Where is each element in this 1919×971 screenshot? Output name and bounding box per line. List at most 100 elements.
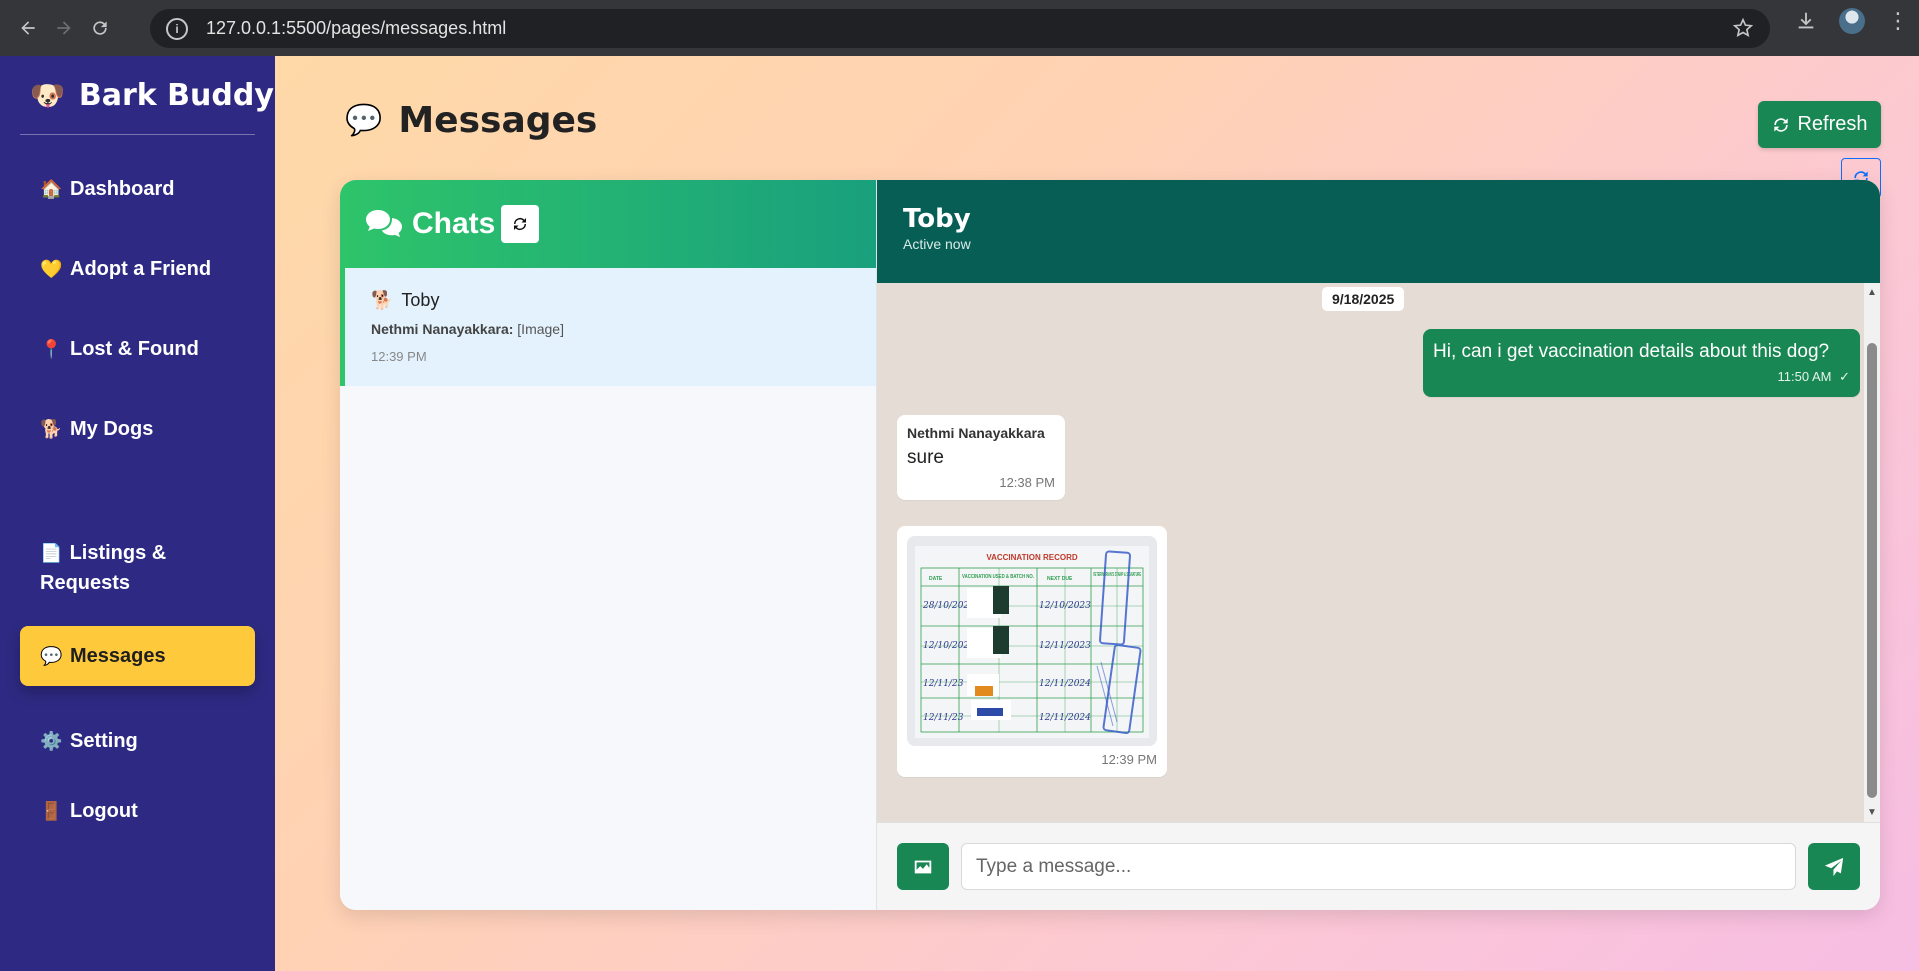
record-column-header: VACCINATION USED & BATCH NO. xyxy=(962,574,1035,580)
message-input[interactable] xyxy=(961,843,1796,890)
incoming-message: Nethmi Nanayakkara sure 12:38 PM xyxy=(897,415,1065,500)
document-icon: 📄 xyxy=(40,543,63,563)
refresh-button[interactable]: Refresh xyxy=(1758,101,1881,148)
sidebar-item-my-dogs[interactable]: 🐕 My Dogs xyxy=(20,404,255,454)
speech-bubble-icon: 💬 xyxy=(40,646,63,666)
dog-icon: 🐕 xyxy=(371,290,394,310)
message-text: sure xyxy=(907,447,944,468)
arrow-right-icon xyxy=(57,21,71,35)
date-chip: 9/18/2025 xyxy=(1322,287,1405,311)
conversation-preview: Nethmi Nanayakkara: [Image] xyxy=(371,321,850,337)
preview-sender: Nethmi Nanayakkara: xyxy=(371,321,514,337)
sidebar-item-setting[interactable]: ⚙️ Setting xyxy=(20,716,255,766)
record-column-header: DATE xyxy=(929,576,943,582)
reload-icon xyxy=(93,21,107,35)
message-time: 12:39 PM xyxy=(1101,752,1157,767)
site-info-icon[interactable]: i xyxy=(166,17,188,40)
chat-pane: Toby Active now 9/18/2025 Hi, can i get … xyxy=(877,180,1880,910)
image-icon xyxy=(914,860,932,873)
conversation-name-row: 🐕 Toby xyxy=(371,290,850,311)
image-attachment[interactable]: VACCINATION RECORD DATE VACCINATION USED… xyxy=(907,536,1157,746)
message-composer xyxy=(877,822,1880,910)
reload-button[interactable] xyxy=(78,6,122,50)
message-sender: Nethmi Nanayakkara xyxy=(907,425,1045,441)
dog-logo-icon: 🐶 xyxy=(30,79,65,112)
gear-icon: ⚙️ xyxy=(40,731,63,751)
refresh-label: Refresh xyxy=(1797,113,1868,135)
url-text[interactable]: 127.0.0.1:5500/pages/messages.html xyxy=(206,18,506,39)
sidebar-item-logout[interactable]: 🚪 Logout xyxy=(20,786,255,836)
heart-icon: 💛 xyxy=(40,259,63,279)
browser-right-tools: ⋮ xyxy=(1795,8,1909,34)
chat-list-header: Chats xyxy=(340,180,876,268)
speech-bubble-icon: 💬 xyxy=(345,104,383,137)
chat-contact-name: Toby xyxy=(903,204,971,234)
refresh-icon xyxy=(514,218,527,230)
preview-text: [Image] xyxy=(517,321,564,337)
record-date: 12/11/23 xyxy=(923,713,964,723)
vaccination-record-image: VACCINATION RECORD DATE VACCINATION USED… xyxy=(907,536,1157,746)
chat-status: Active now xyxy=(903,236,971,252)
page-title: Messages xyxy=(398,100,598,141)
record-date: 12/11/23 xyxy=(923,679,964,689)
page-header: 💬 Messages xyxy=(345,100,597,141)
arrow-left-icon xyxy=(21,21,35,35)
messages-scrollbar[interactable]: ▲ ▼ xyxy=(1864,283,1880,822)
record-next-due: 12/10/2023 xyxy=(1039,601,1091,611)
record-next-due: 12/11/2024 xyxy=(1039,713,1091,723)
brand-divider xyxy=(20,134,255,135)
message-time: 11:50 AM xyxy=(1777,369,1832,384)
sidebar-item-label: Logout xyxy=(70,800,138,822)
sidebar-item-label: Setting xyxy=(70,730,138,752)
dog-icon: 🐕 xyxy=(40,419,63,439)
browser-toolbar: i 127.0.0.1:5500/pages/messages.html ⋮ xyxy=(0,0,1919,56)
bookmark-star-icon[interactable] xyxy=(1732,17,1754,39)
outgoing-message: Hi, can i get vaccination details about … xyxy=(1423,329,1860,397)
sidebar-item-label: My Dogs xyxy=(70,418,154,440)
brand[interactable]: 🐶 Bark Buddy xyxy=(30,78,274,113)
pin-icon: 📍 xyxy=(40,339,63,359)
sidebar-item-label: Lost & Found xyxy=(70,338,199,360)
message-text: Hi, can i get vaccination details about … xyxy=(1433,341,1830,362)
record-next-due: 12/11/2023 xyxy=(1039,641,1091,651)
sidebar-item-lost-found[interactable]: 📍 Lost & Found xyxy=(20,324,255,374)
message-area[interactable]: 9/18/2025 Hi, can i get vaccination deta… xyxy=(877,283,1880,822)
app: 🐶 Bark Buddy 🏠 Dashboard 💛 Adopt a Frien… xyxy=(0,56,1919,971)
house-icon: 🏠 xyxy=(40,179,63,199)
conversation-item[interactable]: 🐕 Toby Nethmi Nanayakkara: [Image] 12:39… xyxy=(340,268,876,386)
send-button[interactable] xyxy=(1808,843,1860,890)
attach-image-button[interactable] xyxy=(897,843,949,890)
chat-card: Chats 🐕 Toby Nethmi Nanayakkara: [Image]… xyxy=(340,180,1880,910)
brand-name: Bark Buddy xyxy=(78,78,274,113)
address-bar[interactable]: i 127.0.0.1:5500/pages/messages.html xyxy=(150,9,1770,48)
check-icon: ✓ xyxy=(1839,369,1850,384)
sidebar-item-listings[interactable]: 📄 Listings & Requests xyxy=(20,528,255,608)
browser-menu-icon[interactable]: ⋮ xyxy=(1887,10,1909,32)
sidebar-item-adopt[interactable]: 💛 Adopt a Friend xyxy=(20,244,255,294)
record-heading: VACCINATION RECORD xyxy=(986,553,1077,562)
scroll-thumb[interactable] xyxy=(1867,343,1877,798)
sidebar-item-label: Messages xyxy=(70,645,166,667)
refresh-icon xyxy=(1774,117,1789,132)
scroll-down-icon[interactable]: ▼ xyxy=(1866,807,1878,818)
sidebar: 🐶 Bark Buddy 🏠 Dashboard 💛 Adopt a Frien… xyxy=(0,56,275,971)
profile-avatar[interactable] xyxy=(1839,8,1865,34)
record-next-due: 12/11/2024 xyxy=(1039,679,1091,689)
sidebar-item-dashboard[interactable]: 🏠 Dashboard xyxy=(20,164,255,214)
record-column-header: NEXT DUE xyxy=(1047,576,1073,582)
chats-refresh-button[interactable] xyxy=(501,205,540,243)
door-icon: 🚪 xyxy=(40,801,63,821)
sidebar-item-label: Dashboard xyxy=(70,178,175,200)
message-time: 12:38 PM xyxy=(999,475,1055,490)
chats-title: Chats xyxy=(412,207,496,240)
chat-header: Toby Active now xyxy=(877,180,1880,283)
download-icon[interactable] xyxy=(1795,10,1817,32)
record-column-header: VETERINARIAN'S STAMP & SIGNATURE xyxy=(1093,572,1141,578)
chat-bubbles-icon xyxy=(366,210,402,237)
incoming-image-message: VACCINATION RECORD DATE VACCINATION USED… xyxy=(897,526,1167,777)
main-content: 💬 Messages Refresh Chats 🐕 Toby Nethmi N… xyxy=(275,56,1919,971)
scroll-up-icon[interactable]: ▲ xyxy=(1866,287,1878,298)
send-icon xyxy=(1824,857,1844,876)
sidebar-item-messages[interactable]: 💬 Messages xyxy=(20,626,255,686)
message-meta: 11:50 AM ✓ xyxy=(1433,369,1851,385)
